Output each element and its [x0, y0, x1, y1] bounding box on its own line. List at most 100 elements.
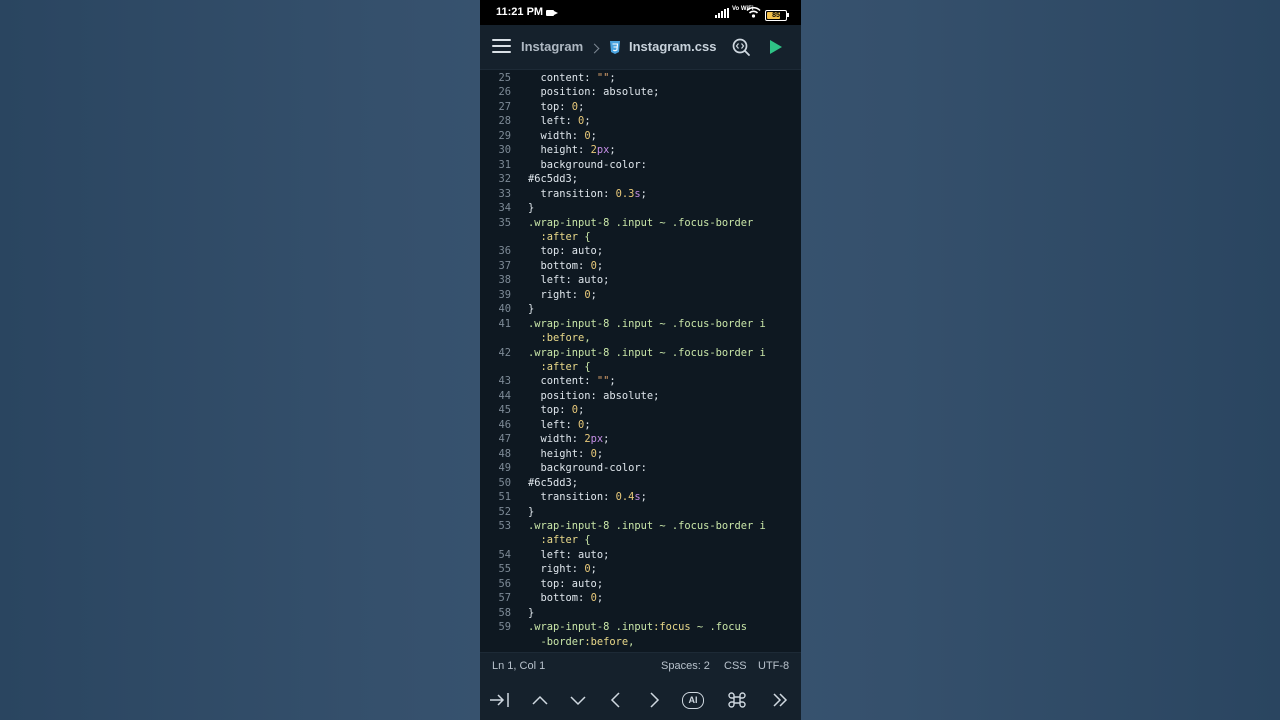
- line-number: 40: [498, 303, 511, 316]
- code-line[interactable]: -border:before,: [480, 635, 801, 650]
- command-key-icon[interactable]: [725, 689, 749, 711]
- code-text: .wrap-input-8 .input ~ .focus-border i: [528, 519, 766, 532]
- cursor-position[interactable]: Ln 1, Col 1: [492, 660, 545, 672]
- ai-assistant-icon[interactable]: AI: [682, 689, 706, 711]
- code-line[interactable]: 44 position: absolute;: [480, 389, 801, 404]
- code-text: left: 0;: [528, 115, 591, 128]
- code-line[interactable]: 47 width: 2px;: [480, 432, 801, 447]
- code-line[interactable]: 38 left: auto;: [480, 273, 801, 288]
- code-text: top: 0;: [528, 100, 585, 113]
- breadcrumb-file[interactable]: Instagram.css: [629, 39, 716, 54]
- code-text: left: auto;: [528, 548, 610, 561]
- code-line[interactable]: 26 position: absolute;: [480, 85, 801, 100]
- code-line[interactable]: 54 left: auto;: [480, 548, 801, 563]
- code-text: top: auto;: [528, 245, 604, 258]
- code-text: background-color:: [528, 158, 647, 171]
- arrow-down-icon[interactable]: [566, 689, 590, 711]
- css-file-icon: [610, 41, 620, 54]
- line-number: 55: [498, 563, 511, 576]
- code-editor[interactable]: 25 content: ""; 26 position: absolute; 27 …: [480, 70, 801, 652]
- battery-icon: 85: [765, 10, 789, 21]
- code-text: :after {: [540, 230, 591, 243]
- line-number: 48: [498, 447, 511, 460]
- ai-label: AI: [682, 692, 704, 709]
- line-number: 56: [498, 577, 511, 590]
- code-line[interactable]: 32 #6c5dd3;: [480, 172, 801, 187]
- line-number: 31: [498, 158, 511, 171]
- indent-setting[interactable]: Spaces: 2: [661, 660, 710, 672]
- code-line[interactable]: 49 background-color:: [480, 461, 801, 476]
- line-number: 39: [498, 288, 511, 301]
- code-line[interactable]: 48 height: 0;: [480, 447, 801, 462]
- code-line[interactable]: 36 top: auto;: [480, 244, 801, 259]
- line-number: 45: [498, 404, 511, 417]
- more-keys-icon[interactable]: [768, 689, 792, 711]
- code-line[interactable]: 43 content: "";: [480, 374, 801, 389]
- code-line[interactable]: 37 bottom: 0;: [480, 259, 801, 274]
- line-number: 26: [498, 86, 511, 99]
- line-number: 57: [498, 592, 511, 605]
- file-encoding[interactable]: UTF-8: [758, 660, 789, 672]
- code-line[interactable]: 56 top: auto;: [480, 577, 801, 592]
- code-line[interactable]: 31 background-color:: [480, 158, 801, 173]
- preview-search-icon[interactable]: [731, 37, 751, 57]
- code-text: }: [528, 606, 535, 619]
- breadcrumb-folder[interactable]: Instagram: [521, 39, 583, 54]
- line-number: 25: [498, 72, 511, 84]
- chevron-right-icon: [589, 43, 600, 54]
- code-text: bottom: 0;: [528, 259, 604, 272]
- line-number: 35: [498, 216, 511, 229]
- code-line[interactable]: 42 .wrap-input-8 .input ~ .focus-border i: [480, 346, 801, 361]
- run-icon[interactable]: [770, 40, 782, 54]
- line-number: 54: [498, 548, 511, 561]
- line-number: 53: [498, 519, 511, 532]
- code-line[interactable]: 59 .wrap-input-8 .input:focus ~ .focus: [480, 620, 801, 635]
- code-line[interactable]: 40}: [480, 302, 801, 317]
- code-line[interactable]: 57 bottom: 0;: [480, 591, 801, 606]
- code-line[interactable]: 27 top: 0;: [480, 100, 801, 115]
- code-line[interactable]: 51 transition: 0.4s;: [480, 490, 801, 505]
- language-mode[interactable]: CSS: [724, 660, 747, 672]
- code-line[interactable]: 46 left: 0;: [480, 418, 801, 433]
- code-text: }: [528, 505, 535, 518]
- code-line[interactable]: 39 right: 0;: [480, 288, 801, 303]
- code-line[interactable]: 34}: [480, 201, 801, 216]
- code-line[interactable]: :before,: [480, 331, 801, 346]
- code-text: width: 2px;: [528, 433, 610, 446]
- code-text: #6c5dd3;: [528, 476, 579, 489]
- code-line[interactable]: 33 transition: 0.3s;: [480, 187, 801, 202]
- code-line[interactable]: 52}: [480, 505, 801, 520]
- arrow-left-icon[interactable]: [604, 689, 628, 711]
- code-line[interactable]: 29 width: 0;: [480, 129, 801, 144]
- code-text: content: "";: [528, 72, 616, 84]
- code-line[interactable]: 28 left: 0;: [480, 114, 801, 129]
- code-line[interactable]: :after {: [480, 360, 801, 375]
- arrow-right-icon[interactable]: [642, 689, 666, 711]
- code-line[interactable]: :after {: [480, 230, 801, 245]
- editor-toolbar: Instagram Instagram.css: [480, 25, 801, 70]
- code-text: height: 2px;: [528, 144, 616, 157]
- arrow-up-icon[interactable]: [528, 689, 552, 711]
- extra-keys-bar: AI: [480, 680, 801, 720]
- code-line[interactable]: 53 .wrap-input-8 .input ~ .focus-border i: [480, 519, 801, 534]
- code-line[interactable]: 35 .wrap-input-8 .input ~ .focus-border: [480, 216, 801, 231]
- line-number: 38: [498, 274, 511, 287]
- line-number: 33: [498, 187, 511, 200]
- code-line[interactable]: :after {: [480, 533, 801, 548]
- line-number: 32: [498, 173, 511, 186]
- code-line[interactable]: 41 .wrap-input-8 .input ~ .focus-border i: [480, 317, 801, 332]
- wifi-icon: [746, 6, 761, 18]
- code-line[interactable]: 50 #6c5dd3;: [480, 476, 801, 491]
- code-text: }: [528, 202, 535, 215]
- code-line[interactable]: 58}: [480, 606, 801, 621]
- line-number: 59: [498, 621, 511, 634]
- code-text: bottom: 0;: [528, 592, 604, 605]
- line-number: 46: [498, 418, 511, 431]
- code-line[interactable]: 55 right: 0;: [480, 562, 801, 577]
- code-line[interactable]: 45 top: 0;: [480, 403, 801, 418]
- tab-key-icon[interactable]: [488, 689, 512, 711]
- code-line[interactable]: 25 content: "";: [480, 71, 801, 86]
- code-line[interactable]: 30 height: 2px;: [480, 143, 801, 158]
- menu-icon[interactable]: [492, 39, 511, 54]
- code-text: transition: 0.4s;: [528, 491, 647, 504]
